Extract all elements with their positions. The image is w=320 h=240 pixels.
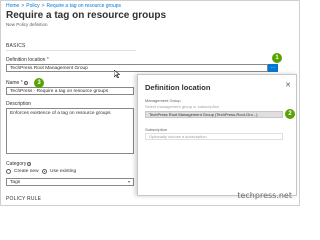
- breadcrumb-separator: >: [41, 3, 45, 9]
- name-label: Name * i: [6, 80, 28, 86]
- subscription-label: Subscription: [145, 127, 168, 132]
- info-icon: i: [23, 80, 28, 85]
- create-new-radio[interactable]: [6, 169, 11, 174]
- section-policy-rule: POLICY RULE: [6, 196, 42, 202]
- description-label: Description: [6, 101, 32, 107]
- chevron-down-icon: ▾: [128, 179, 131, 184]
- page-subtitle: New Policy definition: [6, 22, 48, 27]
- definition-location-field[interactable]: TechPress Root Management Group: [6, 64, 268, 72]
- create-new-label: Create new: [14, 169, 39, 174]
- page-title: Require a tag on resource groups: [6, 10, 167, 21]
- browse-location-button[interactable]: ...: [268, 64, 278, 72]
- close-icon[interactable]: ✕: [285, 81, 291, 89]
- mouse-cursor-icon: [114, 70, 120, 78]
- breadcrumb-current[interactable]: Require a tag on resource groups: [47, 3, 122, 9]
- use-existing-label: Use existing: [50, 169, 77, 174]
- step-marker-2: 2: [285, 109, 295, 119]
- category-dropdown[interactable]: Tags: [6, 178, 134, 186]
- section-divider: [6, 50, 136, 51]
- category-label: Category i: [6, 161, 32, 167]
- step-marker-3: 3: [34, 78, 44, 88]
- breadcrumb-home[interactable]: Home: [6, 3, 19, 9]
- breadcrumb-policy[interactable]: Policy: [26, 3, 39, 9]
- subscription-dropdown[interactable]: Optionally choose a subscription: [145, 133, 283, 140]
- management-group-option[interactable]: TechPress Root Management Group (TechPre…: [145, 111, 283, 118]
- breadcrumb: Home > Policy > Require a tag on resource gr…: [6, 3, 121, 9]
- breadcrumb-separator: >: [21, 3, 25, 9]
- section-basics: BASICS: [6, 43, 26, 49]
- management-group-label: Management Group: [145, 98, 181, 103]
- use-existing-radio[interactable]: [42, 169, 47, 174]
- management-group-hint: Select management group or subscription: [145, 104, 220, 109]
- description-field[interactable]: Enforces existence of a tag on resource …: [6, 108, 134, 154]
- info-icon: i: [27, 161, 32, 166]
- watermark: techpress.net: [237, 191, 292, 200]
- definition-location-label: Definition location *: [6, 57, 49, 63]
- step-marker-1: 1: [272, 53, 282, 63]
- panel-title: Definition location: [145, 83, 211, 92]
- name-field[interactable]: TechPress - Require a tag on resource gr…: [6, 87, 134, 95]
- definition-location-panel: Definition location ✕ Management Group S…: [137, 74, 297, 196]
